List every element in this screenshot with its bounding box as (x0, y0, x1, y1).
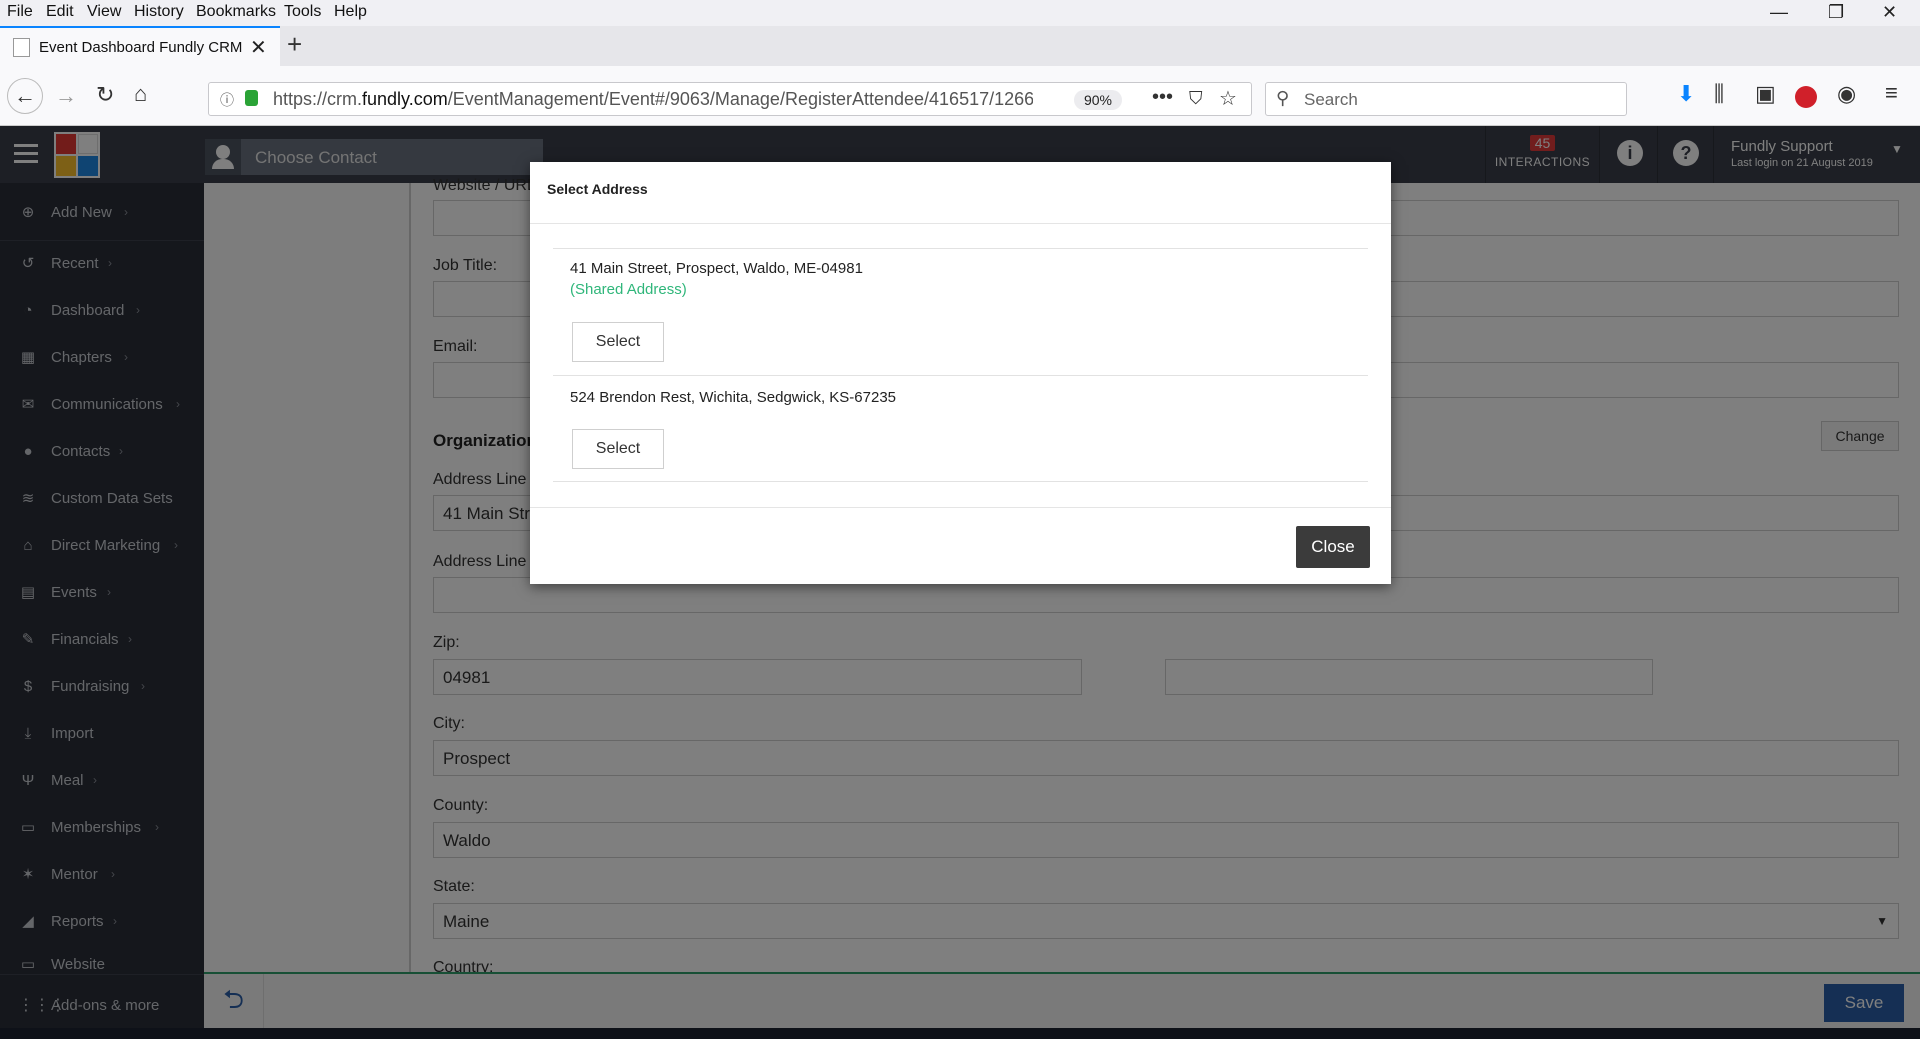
search-icon: ⚲ (1276, 88, 1290, 108)
address-line: 524 Brendon Rest, Wichita, Sedgwick, KS-… (570, 389, 897, 406)
account-icon[interactable]: ◉ (1837, 81, 1856, 107)
tab-title: Event Dashboard Fundly CRM (39, 39, 243, 56)
forward-icon[interactable]: → (55, 83, 77, 109)
browser-menubar: File Edit View History Bookmarks Tools H… (0, 0, 1920, 26)
modal-footer: Close (530, 507, 1391, 584)
menu-history[interactable]: History (134, 3, 184, 21)
home-icon[interactable]: ⌂ (134, 81, 147, 107)
address-option: 524 Brendon Rest, Wichita, Sedgwick, KS-… (553, 375, 1368, 482)
menu-edit[interactable]: Edit (46, 3, 74, 21)
lock-icon (245, 90, 258, 106)
bookmark-star-icon[interactable]: ☆ (1219, 86, 1237, 111)
new-tab-icon[interactable]: + (287, 29, 302, 60)
browser-navbar: ← → ↻ ⌂ ⓘ https://crm.fundly.com/EventMa… (0, 66, 1920, 126)
url-text: https://crm.fundly.com/EventManagement/E… (273, 89, 1033, 109)
menu-bookmarks[interactable]: Bookmarks (196, 3, 276, 21)
browser-menu-icon[interactable]: ≡ (1885, 80, 1898, 106)
modal-header: Select Address (530, 162, 1391, 224)
menu-file[interactable]: File (7, 3, 33, 21)
search-placeholder: Search (1304, 90, 1358, 109)
search-input[interactable]: ⚲ Search (1265, 82, 1627, 116)
menu-view[interactable]: View (87, 3, 121, 21)
shared-address-note: (Shared Address) (570, 281, 687, 298)
url-bar[interactable]: ⓘ https://crm.fundly.com/EventManagement… (208, 82, 1252, 116)
menu-tools[interactable]: Tools (284, 3, 321, 21)
modal-title: Select Address (547, 181, 648, 197)
menu-help[interactable]: Help (334, 3, 367, 21)
close-button[interactable]: Close (1296, 526, 1370, 568)
download-icon[interactable]: ⬇ (1677, 81, 1695, 107)
address-line: 41 Main Street, Prospect, Waldo, ME-0498… (570, 260, 863, 277)
tab-close-icon[interactable]: ✕ (250, 35, 267, 60)
minimize-icon[interactable]: — (1770, 2, 1788, 23)
address-option: 41 Main Street, Prospect, Waldo, ME-0498… (553, 248, 1368, 375)
info-icon[interactable]: ⓘ (220, 90, 234, 110)
select-address-modal: Select Address 41 Main Street, Prospect,… (530, 162, 1391, 584)
tab-strip: Event Dashboard Fundly CRM ✕ + (0, 26, 1920, 66)
restore-icon[interactable]: ❐ (1828, 2, 1844, 23)
sidebar-toggle-icon[interactable]: ▣ (1755, 81, 1776, 107)
pinterest-icon[interactable] (1795, 86, 1817, 108)
window-close-icon[interactable]: ✕ (1882, 2, 1897, 23)
back-icon[interactable]: ← (7, 78, 43, 114)
page-icon (13, 38, 30, 57)
library-icon[interactable]: ⫼ (1714, 81, 1724, 107)
select-address-button[interactable]: Select (572, 429, 664, 469)
tab-event-dashboard[interactable]: Event Dashboard Fundly CRM ✕ (0, 26, 280, 66)
pocket-icon[interactable]: ⛉ (1189, 88, 1203, 109)
page-actions-icon[interactable]: ••• (1152, 86, 1173, 109)
zoom-level[interactable]: 90% (1074, 90, 1122, 110)
select-address-button[interactable]: Select (572, 322, 664, 362)
reload-icon[interactable]: ↻ (96, 82, 114, 108)
